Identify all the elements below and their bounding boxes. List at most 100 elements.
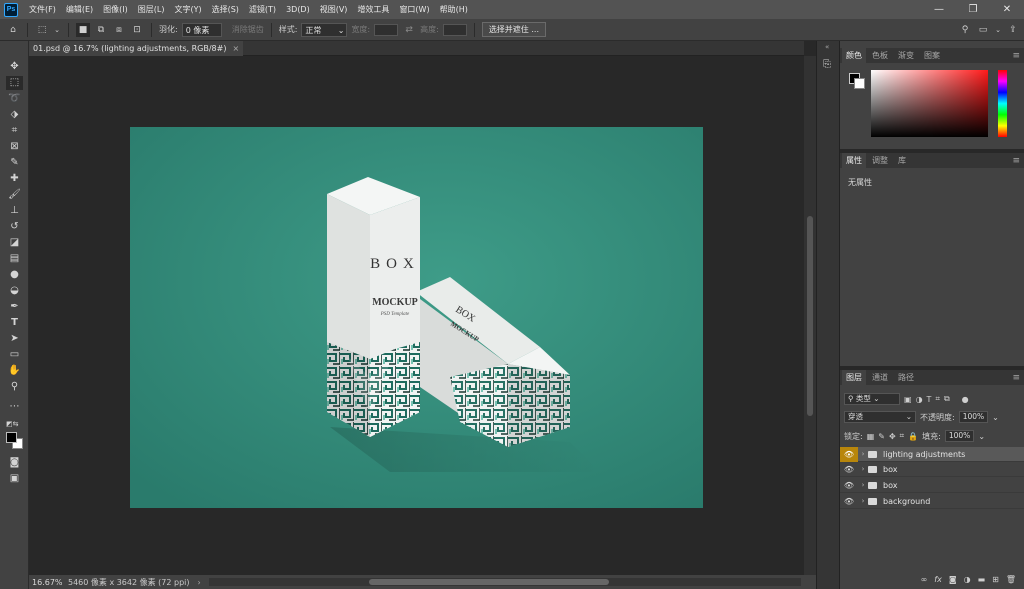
lock-all-icon[interactable]: 🔒 (908, 432, 918, 441)
chevron-right-icon[interactable]: › (858, 450, 868, 458)
history-brush-tool-icon[interactable]: ↺ (6, 220, 23, 234)
menu-edit[interactable]: 编辑(E) (61, 0, 98, 19)
lock-position-icon[interactable]: ✥ (889, 432, 896, 441)
more-tools-icon[interactable]: ⋯ (6, 400, 23, 414)
blur-tool-icon[interactable]: ● (6, 268, 23, 282)
eye-icon[interactable]: 👁 (840, 446, 858, 462)
path-select-tool-icon[interactable]: ➤ (6, 332, 23, 346)
zoom-tool-icon[interactable]: ⚲ (6, 380, 23, 394)
menu-plugins[interactable]: 增效工具 (352, 0, 394, 19)
new-layer-icon[interactable]: ⊞ (992, 575, 999, 584)
adjustment-layer-icon[interactable]: ◑ (964, 575, 971, 584)
document-tab[interactable]: 01.psd @ 16.7% (lighting adjustments, RG… (29, 41, 244, 56)
tab-gradients[interactable]: 渐变 (894, 48, 918, 63)
document-canvas[interactable]: BOX MOCKUP PSD Template BOX MOCKUP (130, 127, 703, 508)
layer-row[interactable]: 👁 › box (840, 462, 1024, 477)
marquee-preset-icon[interactable]: ⬚ (35, 23, 49, 37)
foreground-color-swatch[interactable] (6, 432, 17, 443)
menu-layer[interactable]: 图层(L) (133, 0, 170, 19)
crop-tool-icon[interactable]: ⌗ (6, 124, 23, 138)
width-input[interactable] (374, 23, 399, 36)
status-menu-icon[interactable]: › (198, 578, 201, 587)
new-selection-icon[interactable]: ■ (76, 22, 90, 37)
panel-menu-icon[interactable]: ≡ (1012, 51, 1020, 61)
tab-patterns[interactable]: 图案 (920, 48, 944, 63)
rectangle-tool-icon[interactable]: ▭ (6, 348, 23, 362)
quick-mask-icon[interactable]: ◙ (6, 456, 23, 470)
blend-mode-select[interactable]: 穿透 ⌄ (844, 411, 916, 423)
filter-adjustment-icon[interactable]: ◑ (916, 395, 923, 404)
workspace-icon[interactable]: ▭ (976, 23, 990, 37)
panel-menu-icon[interactable]: ≡ (1012, 373, 1020, 383)
marquee-tool-icon[interactable]: ⬚ (6, 76, 23, 90)
color-background-swatch[interactable] (854, 78, 865, 89)
add-mask-icon[interactable]: ◙ (949, 575, 957, 584)
horizontal-scroll-thumb[interactable] (369, 579, 609, 585)
chevron-down-icon[interactable]: ⌄ (53, 23, 61, 37)
search-icon[interactable]: ⚲ (958, 23, 972, 37)
screen-mode-icon[interactable]: ▣ (6, 472, 23, 486)
share-icon[interactable]: ⇪ (1006, 23, 1020, 37)
home-icon[interactable]: ⌂ (6, 23, 20, 37)
eyedropper-tool-icon[interactable]: ✎ (6, 156, 23, 170)
gradient-tool-icon[interactable]: ▤ (6, 252, 23, 266)
fx-icon[interactable]: fx (934, 575, 942, 584)
tab-swatches[interactable]: 色板 (868, 48, 892, 63)
healing-tool-icon[interactable]: ✚ (6, 172, 23, 186)
menu-filter[interactable]: 滤镜(T) (244, 0, 281, 19)
minimize-icon[interactable]: — (922, 0, 956, 19)
history-panel-icon[interactable]: ⎘ (823, 59, 831, 70)
lock-pixels-icon[interactable]: ✎ (878, 432, 885, 441)
close-tab-icon[interactable]: × (232, 41, 239, 56)
select-and-mask-button[interactable]: 选择并遮住 ... (481, 22, 546, 37)
layer-kind-filter[interactable]: ⚲ 类型 ⌄ (844, 393, 900, 405)
new-group-icon[interactable]: ▬ (978, 575, 986, 584)
filter-smart-icon[interactable]: ⧉ (944, 394, 950, 404)
default-colors-icon[interactable]: ◩⇆ (6, 417, 23, 431)
layer-row[interactable]: 👁 › box (840, 478, 1024, 493)
layer-row[interactable]: 👁 › background (840, 494, 1024, 509)
swap-icon[interactable]: ⇄ (402, 23, 416, 37)
filter-type-icon[interactable]: T (927, 395, 932, 404)
filter-pixel-icon[interactable]: ▣ (904, 395, 912, 404)
intersect-selection-icon[interactable]: ⊡ (130, 23, 144, 37)
brush-tool-icon[interactable]: 🖌 (6, 188, 23, 202)
link-layers-icon[interactable]: ∞ (921, 575, 928, 584)
menu-file[interactable]: 文件(F) (24, 0, 61, 19)
panel-menu-icon[interactable]: ≡ (1012, 156, 1020, 166)
chevron-right-icon[interactable]: › (858, 465, 868, 473)
menu-window[interactable]: 窗口(W) (394, 0, 434, 19)
vertical-scroll-thumb[interactable] (807, 216, 813, 416)
stamp-tool-icon[interactable]: ⊥ (6, 204, 23, 218)
chevron-right-icon[interactable]: › (858, 497, 868, 505)
chevron-down-icon[interactable]: ⌄ (978, 432, 985, 441)
lasso-tool-icon[interactable]: ➰ (6, 92, 23, 106)
feather-input[interactable]: 0 像素 (181, 22, 222, 37)
hue-slider[interactable] (998, 70, 1007, 137)
restore-icon[interactable]: ❐ (956, 0, 990, 19)
tab-channels[interactable]: 通道 (868, 370, 892, 385)
tab-adjustments[interactable]: 调整 (868, 153, 892, 168)
menu-type[interactable]: 文字(Y) (169, 0, 206, 19)
horizontal-scrollbar[interactable] (209, 578, 801, 586)
hand-tool-icon[interactable]: ✋ (6, 364, 23, 378)
eye-icon[interactable]: 👁 (840, 462, 858, 477)
eye-icon[interactable]: 👁 (840, 494, 858, 509)
tab-color[interactable]: 颜色 (842, 48, 866, 63)
opacity-input[interactable]: 100% (958, 411, 989, 423)
chevron-right-icon[interactable]: › (858, 481, 868, 489)
subtract-selection-icon[interactable]: ⧈ (112, 23, 126, 37)
chevron-down-icon[interactable]: ⌄ (994, 23, 1002, 37)
menu-select[interactable]: 选择(S) (207, 0, 244, 19)
tab-layers[interactable]: 图层 (842, 370, 866, 385)
menu-image[interactable]: 图像(I) (98, 0, 133, 19)
tab-properties[interactable]: 属性 (842, 153, 866, 168)
tab-libraries[interactable]: 库 (894, 153, 910, 168)
move-tool-icon[interactable]: ✥ (6, 60, 23, 74)
menu-view[interactable]: 视图(V) (315, 0, 353, 19)
layer-row[interactable]: 👁 › lighting adjustments (840, 446, 1024, 462)
fill-input[interactable]: 100% (944, 430, 975, 442)
vertical-scrollbar[interactable] (804, 56, 816, 575)
eye-icon[interactable]: 👁 (840, 478, 858, 493)
filter-toggle-icon[interactable]: ● (962, 395, 969, 404)
